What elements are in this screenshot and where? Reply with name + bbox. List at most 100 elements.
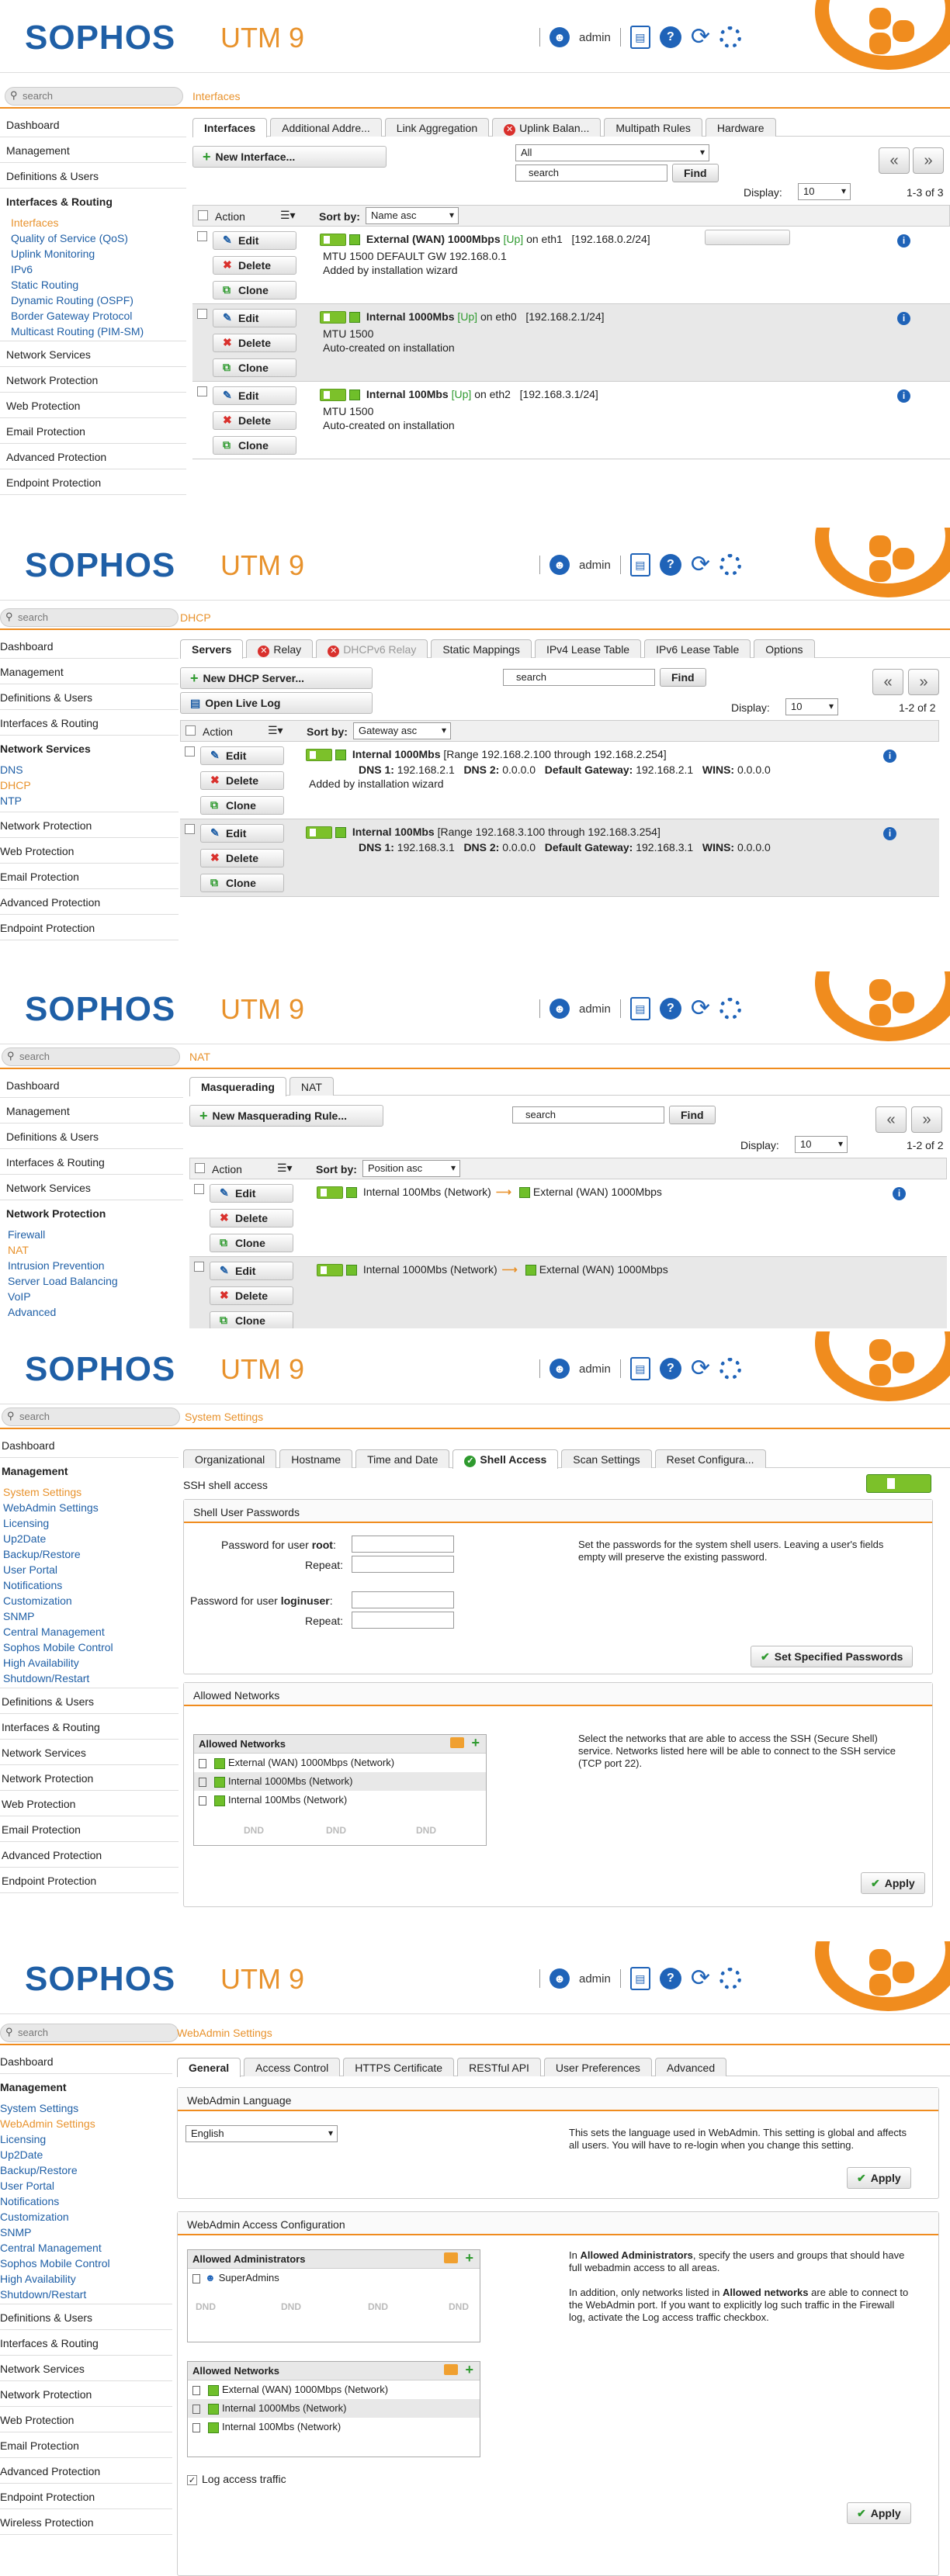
sidebar-sub-static-routing[interactable]: Static Routing <box>0 276 186 292</box>
clone-button[interactable]: ⧉ Clone <box>200 874 284 892</box>
sidebar-sub-intrusion-prevention[interactable]: Intrusion Prevention <box>0 1257 183 1272</box>
tab-additional-addresses[interactable]: Additional Addre... <box>270 118 382 137</box>
sidebar-sub-backup-restore[interactable]: Backup/Restore <box>0 1546 179 1561</box>
sidebar-item-definitions[interactable]: Definitions & Users <box>0 163 186 189</box>
add-icon[interactable]: + <box>465 2250 473 2266</box>
sidebar-item-network-services[interactable]: Network Services <box>0 1175 183 1200</box>
sidebar-sub-ospf[interactable]: Dynamic Routing (OSPF) <box>0 292 186 307</box>
sidebar-item-dashboard[interactable]: Dashboard <box>0 633 179 659</box>
tab-hardware[interactable]: Hardware <box>705 118 776 137</box>
sort-select[interactable]: Gateway asc <box>353 722 451 739</box>
folder-icon[interactable] <box>444 2252 458 2263</box>
dhcp-interface-name[interactable]: Internal 1000Mbs <box>352 748 441 760</box>
row-checkbox[interactable] <box>197 309 207 319</box>
tab-ipv6-lease-table[interactable]: IPv6 Lease Table <box>644 639 751 658</box>
sidebar-item-advanced-protection[interactable]: Advanced Protection <box>0 1842 179 1868</box>
sidebar-item-dashboard[interactable]: Dashboard <box>0 112 186 137</box>
apply-button[interactable]: ✔ Apply <box>847 2502 911 2524</box>
sidebar-item-interfaces-routing[interactable]: Interfaces & Routing <box>0 1714 179 1740</box>
enable-toggle[interactable] <box>317 1264 343 1277</box>
delete-button[interactable]: ✖ Delete <box>213 256 296 275</box>
list-item[interactable]: External (WAN) 1000Mbps (Network) <box>188 2380 480 2399</box>
sidebar-sub-ntp[interactable]: NTP <box>0 792 179 812</box>
sidebar-sub-voip[interactable]: VoIP <box>0 1288 183 1304</box>
sidebar-item-network-protection[interactable]: Network Protection <box>0 1200 183 1226</box>
sidebar-sub-ipv6[interactable]: IPv6 <box>0 261 186 276</box>
edit-button[interactable]: ✎ Edit <box>210 1262 293 1280</box>
sidebar-sub-backup-restore[interactable]: Backup/Restore <box>0 2162 172 2177</box>
sidebar-item-network-services[interactable]: Network Services <box>0 1740 179 1765</box>
sidebar-item-definitions[interactable]: Definitions & Users <box>0 684 179 710</box>
sidebar-item-network-protection[interactable]: Network Protection <box>0 2381 172 2407</box>
list-item[interactable]: Internal 1000Mbs (Network) <box>194 1772 486 1791</box>
sidebar-item-web-protection[interactable]: Web Protection <box>0 1791 179 1816</box>
info-icon[interactable]: i <box>883 750 896 763</box>
delete-button[interactable]: ✖ Delete <box>210 1209 293 1227</box>
sidebar-sub-webadmin-settings[interactable]: WebAdmin Settings <box>0 2115 172 2131</box>
list-search-input[interactable]: search <box>515 164 667 182</box>
sidebar-sub-user-portal[interactable]: User Portal <box>0 1561 179 1577</box>
enable-toggle[interactable] <box>320 311 346 324</box>
row-checkbox[interactable] <box>194 1262 204 1272</box>
clipboard-icon[interactable]: ▤ <box>629 1357 650 1380</box>
reload-icon[interactable]: ⟳ <box>691 26 710 49</box>
tab-access-control[interactable]: Access Control <box>244 2058 341 2076</box>
prev-page-button[interactable]: « <box>879 147 910 174</box>
sidebar-sub-high-availability[interactable]: High Availability <box>0 1654 179 1670</box>
sidebar-item-email-protection[interactable]: Email Protection <box>0 2432 172 2458</box>
info-icon[interactable]: i <box>897 390 910 403</box>
tab-static-mappings[interactable]: Static Mappings <box>431 639 532 658</box>
clone-button[interactable]: ⧉ Clone <box>213 436 296 455</box>
root-password-input[interactable] <box>352 1536 454 1553</box>
delete-button[interactable]: ✖ Delete <box>200 849 284 867</box>
sidebar-sub-customization[interactable]: Customization <box>0 1592 179 1608</box>
list-item[interactable]: Internal 100Mbs (Network) <box>194 1791 486 1809</box>
username-label[interactable]: admin <box>579 559 611 572</box>
sidebar-sub-qos[interactable]: Quality of Service (QoS) <box>0 230 186 245</box>
sidebar-sub-webadmin-settings[interactable]: WebAdmin Settings <box>0 1499 179 1515</box>
enable-toggle[interactable] <box>320 234 346 247</box>
sort-select[interactable]: Name asc <box>366 207 459 224</box>
enable-toggle[interactable] <box>320 389 346 402</box>
dhcp-interface-name[interactable]: Internal 100Mbs <box>352 826 435 838</box>
sidebar-item-advanced-protection[interactable]: Advanced Protection <box>0 889 179 915</box>
prev-page-button[interactable]: « <box>875 1106 907 1133</box>
sidebar-sub-central-management[interactable]: Central Management <box>0 2239 172 2255</box>
tab-user-preferences[interactable]: User Preferences <box>543 2058 652 2076</box>
sidebar-sub-licensing[interactable]: Licensing <box>0 1515 179 1530</box>
sidebar-sub-shutdown-restart[interactable]: Shutdown/Restart <box>0 1670 179 1688</box>
loginuser-password-repeat-input[interactable] <box>352 1612 454 1629</box>
sidebar-sub-snmp[interactable]: SNMP <box>0 1608 179 1623</box>
reload-icon[interactable]: ⟳ <box>691 997 710 1020</box>
help-icon[interactable]: ? <box>659 554 681 576</box>
tab-masquerading[interactable]: Masquerading <box>189 1077 286 1096</box>
activity-icon[interactable] <box>719 998 741 1020</box>
tab-hostname[interactable]: Hostname <box>279 1449 353 1468</box>
sidebar-sub-system-settings[interactable]: System Settings <box>0 2100 172 2115</box>
user-icon[interactable]: ☻ <box>550 1359 570 1379</box>
tab-relay[interactable]: ✕ Relay <box>246 639 314 658</box>
tab-organizational[interactable]: Organizational <box>183 1449 277 1468</box>
reload-icon[interactable]: ⟳ <box>691 553 710 576</box>
enable-toggle[interactable] <box>306 826 332 840</box>
nav-search-input[interactable]: search <box>5 87 183 106</box>
sidebar-item-network-services[interactable]: Network Services <box>0 2356 172 2381</box>
sidebar-sub-interfaces[interactable]: Interfaces <box>0 214 186 230</box>
renew-button[interactable] <box>705 230 790 245</box>
language-select[interactable]: English <box>185 2125 338 2142</box>
add-icon[interactable]: + <box>465 2362 473 2378</box>
clone-button[interactable]: ⧉ Clone <box>210 1234 293 1252</box>
folder-icon[interactable] <box>450 1737 464 1748</box>
info-icon[interactable]: i <box>883 827 896 840</box>
info-icon[interactable]: i <box>893 1187 906 1200</box>
sidebar-item-network-services[interactable]: Network Services <box>0 736 179 761</box>
sidebar-sub-shutdown-restart[interactable]: Shutdown/Restart <box>0 2286 172 2304</box>
help-icon[interactable]: ? <box>659 26 681 48</box>
edit-button[interactable]: ✎ Edit <box>213 309 296 327</box>
sidebar-item-interfaces-routing[interactable]: Interfaces & Routing <box>0 1149 183 1175</box>
apply-button[interactable]: ✔ Apply <box>847 2167 911 2189</box>
sidebar-item-web-protection[interactable]: Web Protection <box>0 838 179 864</box>
list-item[interactable]: Internal 100Mbs (Network) <box>188 2418 480 2436</box>
user-icon[interactable]: ☻ <box>550 1968 570 1989</box>
trash-icon[interactable] <box>192 2422 200 2432</box>
